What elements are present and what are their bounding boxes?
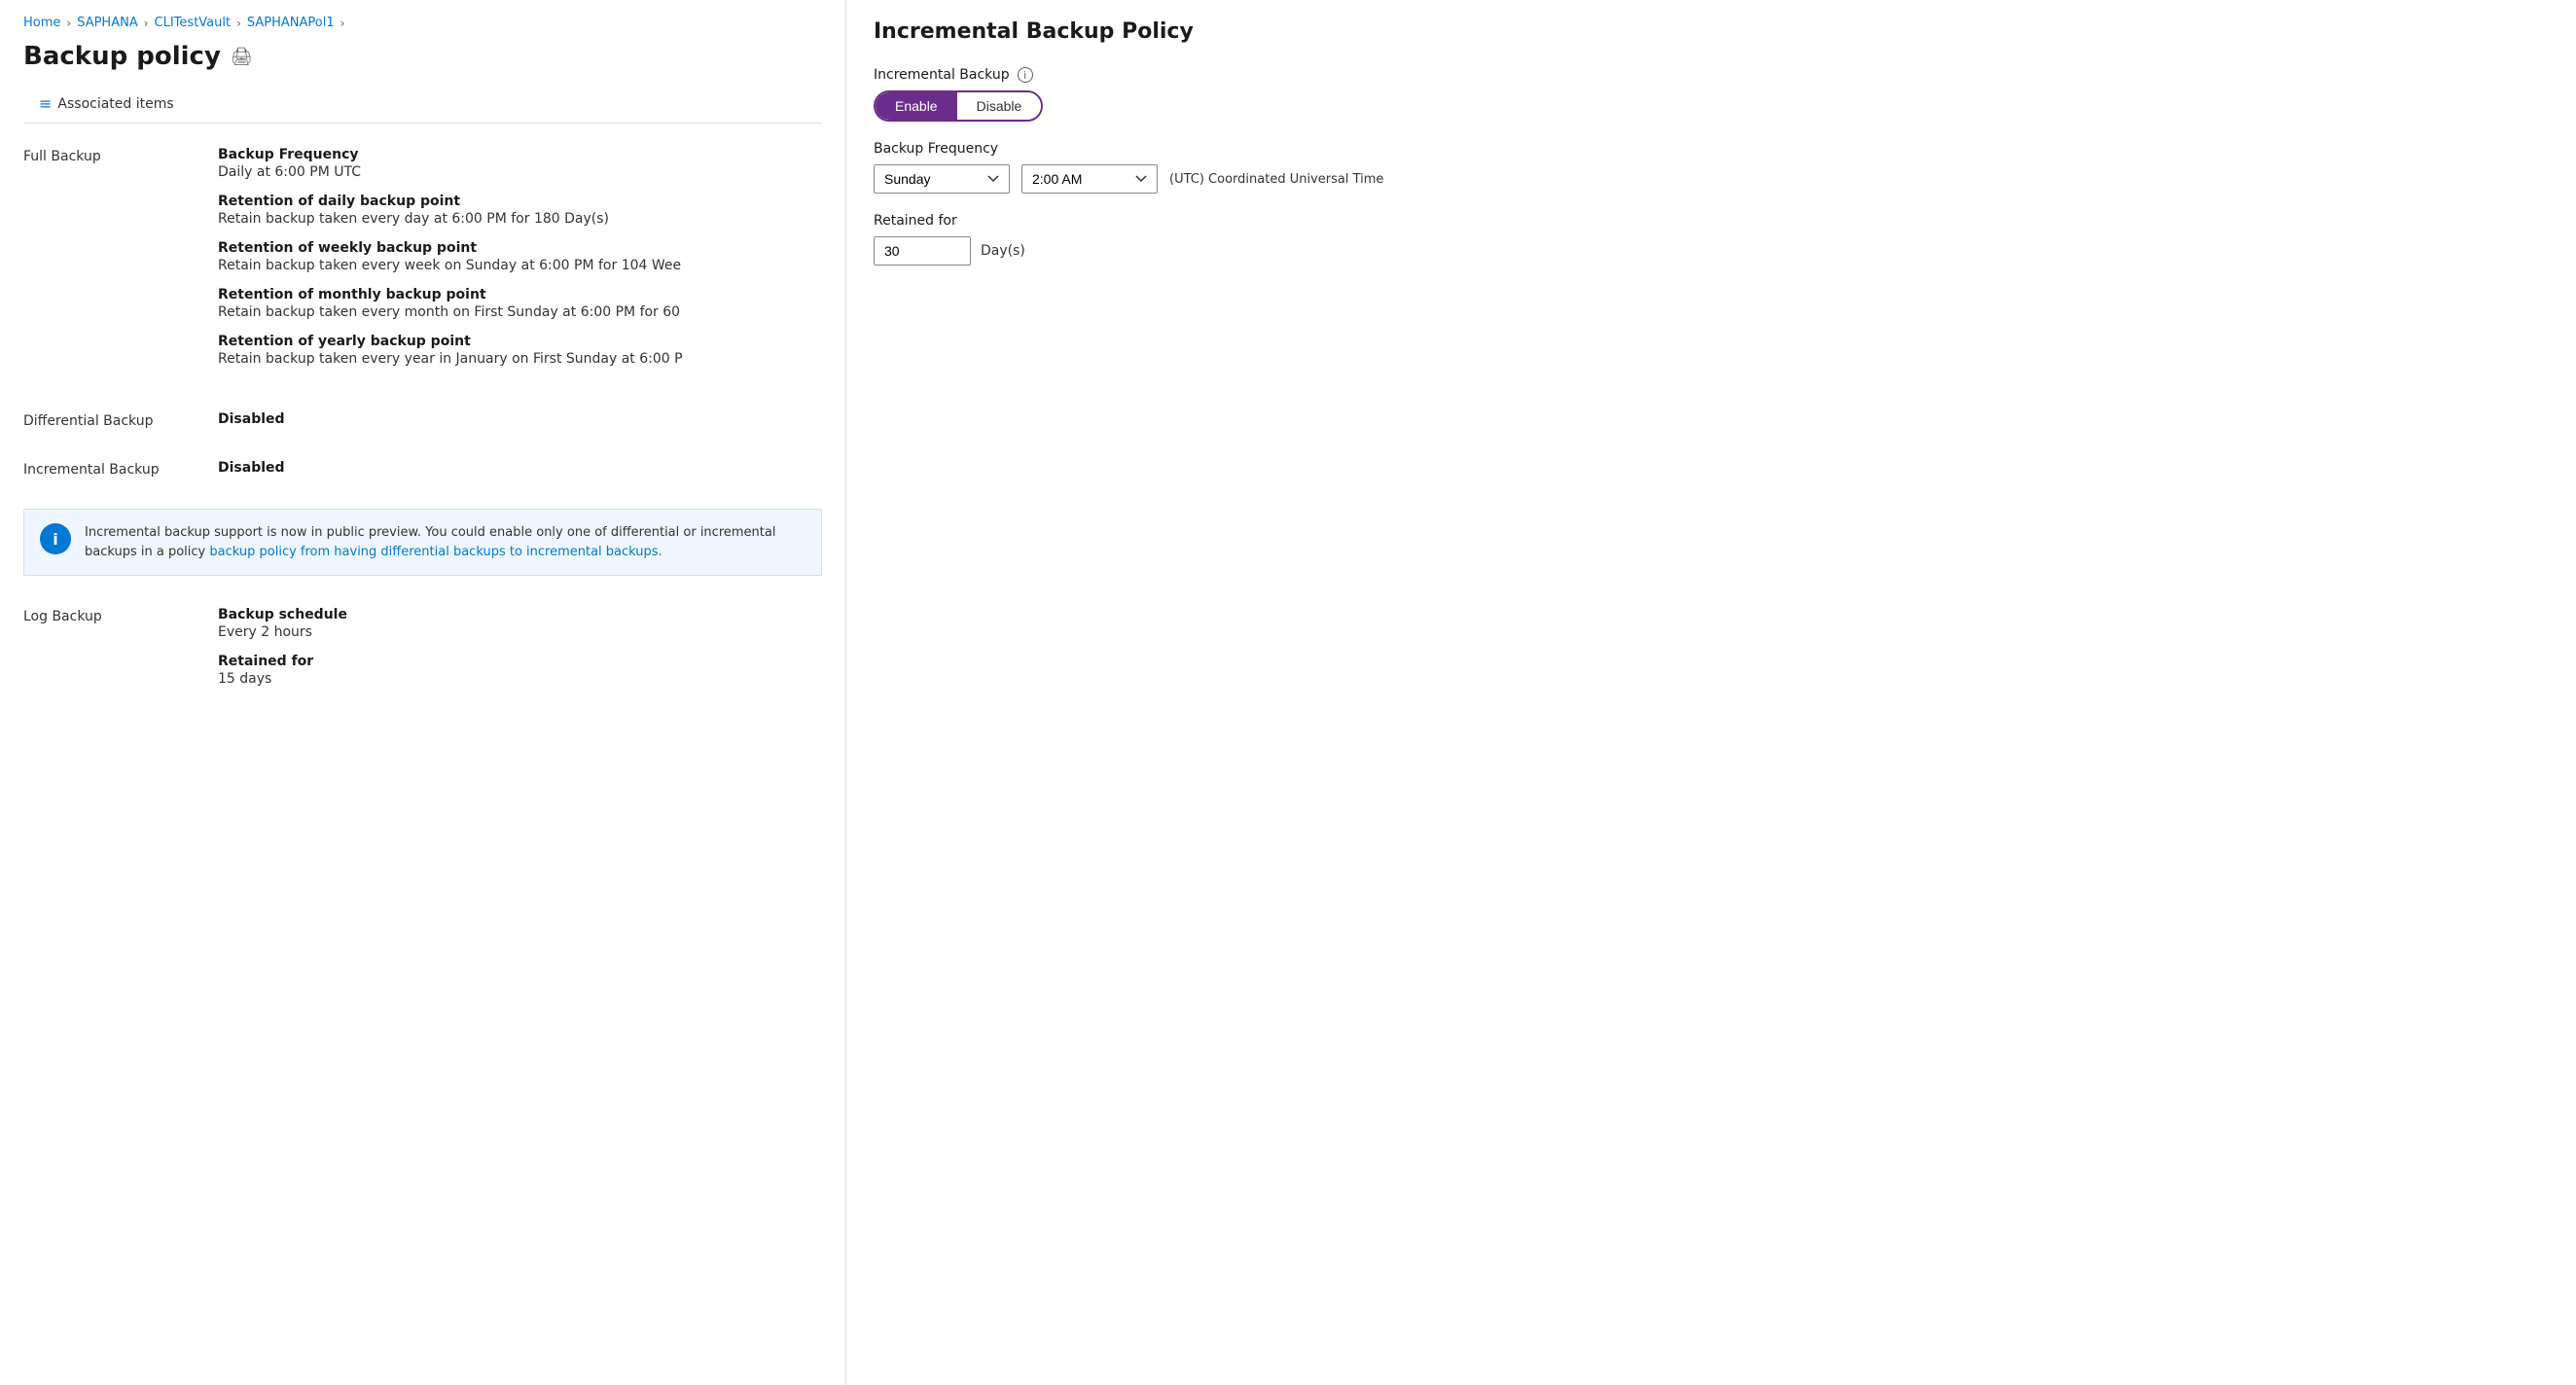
left-panel: Home › SAPHANA › CLITestVault › SAPHANAP… bbox=[0, 0, 846, 1385]
breadcrumb-sep-4: › bbox=[340, 17, 345, 30]
backup-frequency-label: Backup Frequency bbox=[874, 141, 2549, 157]
breadcrumb-home[interactable]: Home bbox=[23, 16, 60, 30]
incremental-backup-toggle-row: Incremental Backup i bbox=[874, 67, 2549, 83]
frequency-time-select[interactable]: 12:00 AM 1:00 AM 2:00 AM 3:00 AM 6:00 PM bbox=[1021, 164, 1158, 194]
breadcrumb-sep-1: › bbox=[66, 17, 71, 30]
full-backup-weekly-retention: Retention of weekly backup point Retain … bbox=[218, 240, 822, 273]
backup-frequency-row: Sunday Monday Tuesday Wednesday Thursday… bbox=[874, 164, 2549, 194]
full-backup-section: Full Backup Backup Frequency Daily at 6:… bbox=[23, 147, 822, 380]
differential-backup-status: Disabled bbox=[218, 411, 822, 427]
incremental-backup-label: Incremental Backup bbox=[23, 460, 218, 478]
full-backup-daily-title: Retention of daily backup point bbox=[218, 194, 822, 209]
page-title-row: Backup policy 🖨 bbox=[23, 42, 822, 71]
retained-for-row: Day(s) bbox=[874, 236, 2549, 266]
full-backup-daily-value: Retain backup taken every day at 6:00 PM… bbox=[218, 211, 822, 227]
breadcrumb-sep-3: › bbox=[236, 17, 241, 30]
retained-for-unit: Day(s) bbox=[981, 243, 1025, 259]
log-backup-label: Log Backup bbox=[23, 607, 218, 700]
incremental-backup-toggle-label: Incremental Backup bbox=[874, 67, 1010, 83]
retained-for-input[interactable] bbox=[874, 236, 971, 266]
log-backup-retained-title: Retained for bbox=[218, 654, 822, 669]
incremental-backup-section: Incremental Backup Disabled bbox=[23, 460, 822, 478]
info-text: Incremental backup support is now in pub… bbox=[85, 523, 805, 561]
timezone-label: (UTC) Coordinated Universal Time bbox=[1169, 172, 1383, 187]
log-backup-schedule-value: Every 2 hours bbox=[218, 624, 822, 640]
tab-label: Associated items bbox=[57, 96, 173, 112]
info-banner-link[interactable]: backup policy from having differential b… bbox=[209, 545, 662, 559]
right-panel: Incremental Backup Policy Incremental Ba… bbox=[846, 0, 2576, 1385]
breadcrumb-saphana[interactable]: SAPHANA bbox=[77, 16, 138, 30]
full-backup-label: Full Backup bbox=[23, 147, 218, 380]
log-backup-section: Log Backup Backup schedule Every 2 hours… bbox=[23, 607, 822, 700]
page-title: Backup policy bbox=[23, 42, 221, 71]
differential-backup-content: Disabled bbox=[218, 411, 822, 429]
log-backup-retained-value: 15 days bbox=[218, 671, 822, 687]
incremental-backup-toggle-group: Enable Disable bbox=[874, 90, 1043, 122]
enable-toggle-button[interactable]: Enable bbox=[876, 92, 957, 120]
log-backup-content: Backup schedule Every 2 hours Retained f… bbox=[218, 607, 822, 700]
tabs: ≡ Associated items bbox=[23, 87, 822, 124]
incremental-backup-info-icon[interactable]: i bbox=[1018, 67, 1033, 83]
full-backup-content: Backup Frequency Daily at 6:00 PM UTC Re… bbox=[218, 147, 822, 380]
full-backup-weekly-title: Retention of weekly backup point bbox=[218, 240, 822, 256]
full-backup-yearly-title: Retention of yearly backup point bbox=[218, 334, 822, 349]
incremental-backup-content: Disabled bbox=[218, 460, 822, 478]
full-backup-monthly-value: Retain backup taken every month on First… bbox=[218, 304, 822, 320]
disable-toggle-button[interactable]: Disable bbox=[957, 92, 1042, 120]
breadcrumb: Home › SAPHANA › CLITestVault › SAPHANAP… bbox=[23, 16, 822, 30]
print-icon[interactable]: 🖨 bbox=[231, 47, 253, 67]
log-backup-schedule: Backup schedule Every 2 hours bbox=[218, 607, 822, 640]
full-backup-monthly-title: Retention of monthly backup point bbox=[218, 287, 822, 302]
full-backup-monthly-retention: Retention of monthly backup point Retain… bbox=[218, 287, 822, 320]
frequency-day-select[interactable]: Sunday Monday Tuesday Wednesday Thursday… bbox=[874, 164, 1010, 194]
breadcrumb-sep-2: › bbox=[144, 17, 149, 30]
full-backup-frequency: Backup Frequency Daily at 6:00 PM UTC bbox=[218, 147, 822, 180]
right-panel-title: Incremental Backup Policy bbox=[874, 19, 2549, 44]
log-backup-retained: Retained for 15 days bbox=[218, 654, 822, 687]
full-backup-frequency-value: Daily at 6:00 PM UTC bbox=[218, 164, 822, 180]
info-banner: i Incremental backup support is now in p… bbox=[23, 509, 822, 576]
full-backup-frequency-title: Backup Frequency bbox=[218, 147, 822, 162]
differential-backup-section: Differential Backup Disabled bbox=[23, 411, 822, 429]
log-backup-schedule-title: Backup schedule bbox=[218, 607, 822, 622]
incremental-backup-status: Disabled bbox=[218, 460, 822, 476]
full-backup-daily-retention: Retention of daily backup point Retain b… bbox=[218, 194, 822, 227]
info-icon: i bbox=[40, 523, 71, 554]
full-backup-yearly-retention: Retention of yearly backup point Retain … bbox=[218, 334, 822, 367]
differential-backup-label: Differential Backup bbox=[23, 411, 218, 429]
full-backup-weekly-value: Retain backup taken every week on Sunday… bbox=[218, 258, 822, 273]
tab-associated-items[interactable]: ≡ Associated items bbox=[23, 87, 190, 123]
retained-for-label: Retained for bbox=[874, 213, 2549, 229]
breadcrumb-vault[interactable]: CLITestVault bbox=[155, 16, 232, 30]
breadcrumb-policy[interactable]: SAPHANAPol1 bbox=[247, 16, 335, 30]
full-backup-yearly-value: Retain backup taken every year in Januar… bbox=[218, 351, 822, 367]
list-icon: ≡ bbox=[39, 94, 52, 113]
